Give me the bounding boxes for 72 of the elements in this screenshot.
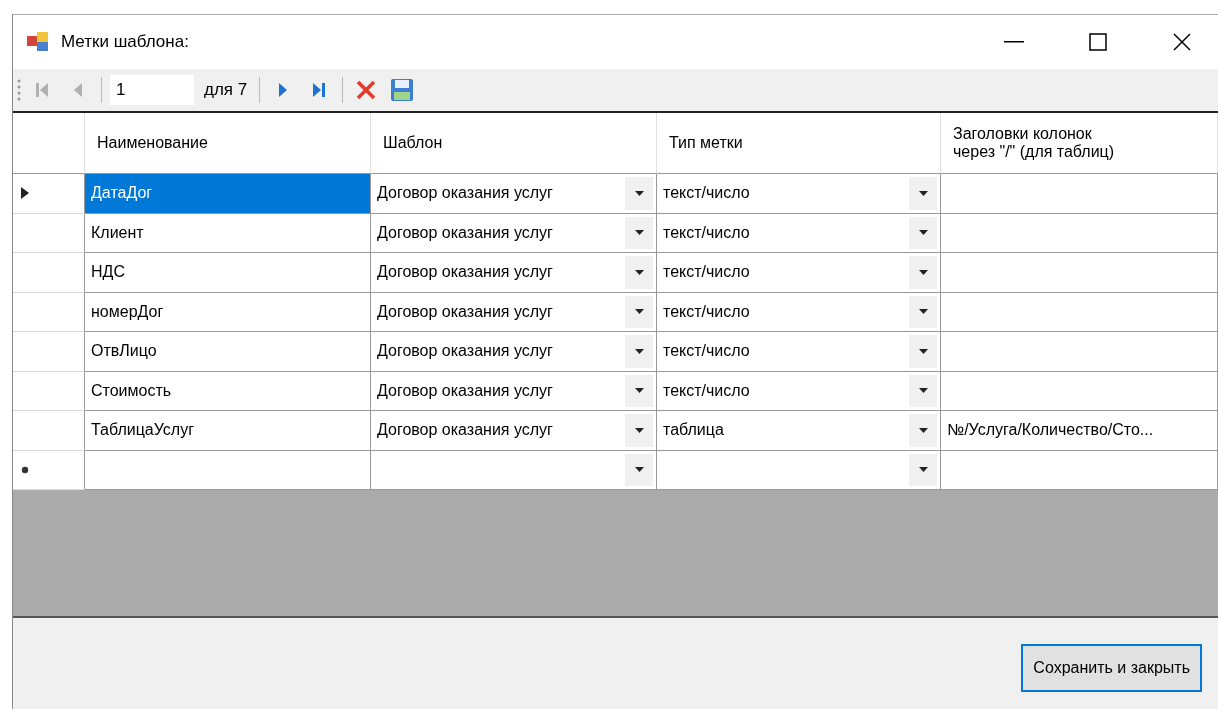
current-row-icon	[21, 187, 29, 200]
column-header[interactable]: Тип метки	[657, 113, 941, 174]
close-icon	[1173, 33, 1191, 51]
new-row-icon	[21, 465, 29, 474]
table-cell[interactable]	[941, 371, 1218, 411]
template-combo[interactable]: Договор оказания услуг	[371, 371, 657, 411]
table-cell[interactable]: Клиент	[85, 213, 371, 253]
table-cell[interactable]: номерДог	[85, 292, 371, 332]
dropdown-arrow-icon	[918, 388, 928, 394]
dropdown-arrow-icon	[634, 427, 644, 433]
first-record-icon	[35, 82, 49, 98]
table-cell[interactable]	[85, 450, 371, 490]
type-combo[interactable]: текст/число	[657, 332, 941, 372]
dropdown-arrow-icon	[918, 309, 928, 315]
dropdown-arrow-icon	[634, 269, 644, 275]
dropdown-arrow-icon	[918, 467, 928, 473]
delete-icon	[355, 79, 378, 101]
maximize-icon	[1089, 33, 1107, 51]
template-combo[interactable]: Договор оказания услуг	[371, 213, 657, 253]
type-combo[interactable]	[657, 450, 941, 490]
dropdown-arrow-icon	[918, 348, 928, 354]
template-combo[interactable]: Договор оказания услуг	[371, 253, 657, 293]
table-cell[interactable]	[941, 213, 1218, 253]
position-field[interactable]: 1	[110, 75, 194, 105]
row-header[interactable]	[13, 174, 85, 214]
dropdown-arrow-icon	[634, 348, 644, 354]
record-count: для 7	[203, 80, 249, 100]
column-header[interactable]: Заголовки колонок через "/" (для таблиц)	[941, 113, 1218, 174]
type-combo[interactable]: текст/число	[657, 371, 941, 411]
table-cell[interactable]	[941, 292, 1218, 332]
dropdown-arrow-icon	[918, 427, 928, 433]
dropdown-arrow-icon	[634, 467, 644, 473]
template-combo[interactable]: Договор оказания услуг	[371, 411, 657, 451]
minimize-icon	[1004, 41, 1024, 43]
template-combo[interactable]: Договор оказания услуг	[371, 332, 657, 372]
dropdown-arrow-icon	[918, 269, 928, 275]
template-combo[interactable]: Договор оказания услуг	[371, 174, 657, 214]
window-title: Метки шаблона:	[61, 32, 190, 52]
type-combo[interactable]: таблица	[657, 411, 941, 451]
row-header[interactable]	[13, 450, 85, 490]
dropdown-arrow-icon	[634, 230, 644, 236]
dropdown-arrow-icon	[634, 190, 644, 196]
dropdown-arrow-icon	[918, 230, 928, 236]
table-cell[interactable]: ДатаДог	[85, 174, 371, 214]
dropdown-arrow-icon	[634, 309, 644, 315]
previous-icon	[73, 82, 83, 98]
table-cell[interactable]: №/Услуга/Количество/Сто...	[941, 411, 1218, 451]
column-header[interactable]: Наименование	[85, 113, 371, 174]
type-combo[interactable]: текст/число	[657, 213, 941, 253]
table-cell[interactable]: НДС	[85, 253, 371, 293]
next-icon	[278, 82, 289, 98]
table-cell[interactable]: ОтвЛицо	[85, 332, 371, 372]
corner-header	[13, 113, 85, 174]
toolbar-grip-icon	[17, 78, 21, 102]
dropdown-arrow-icon	[918, 190, 928, 196]
table-cell[interactable]	[941, 332, 1218, 372]
dropdown-arrow-icon	[634, 388, 644, 394]
table-cell[interactable]	[941, 253, 1218, 293]
column-header[interactable]: Шаблон	[371, 113, 657, 174]
table-cell[interactable]: ТаблицаУслуг	[85, 411, 371, 451]
table-cell[interactable]	[941, 174, 1218, 214]
template-combo[interactable]	[371, 450, 657, 490]
type-combo[interactable]: текст/число	[657, 174, 941, 214]
type-combo[interactable]: текст/число	[657, 292, 941, 332]
table-cell[interactable]: Стоимость	[85, 371, 371, 411]
table-cell[interactable]	[941, 450, 1218, 490]
type-combo[interactable]: текст/число	[657, 253, 941, 293]
last-record-icon	[312, 82, 327, 98]
app-icon	[27, 32, 49, 52]
template-combo[interactable]: Договор оказания услуг	[371, 292, 657, 332]
save-icon	[390, 78, 415, 102]
save-and-close-button[interactable]: Сохранить и закрыть	[1021, 643, 1202, 692]
